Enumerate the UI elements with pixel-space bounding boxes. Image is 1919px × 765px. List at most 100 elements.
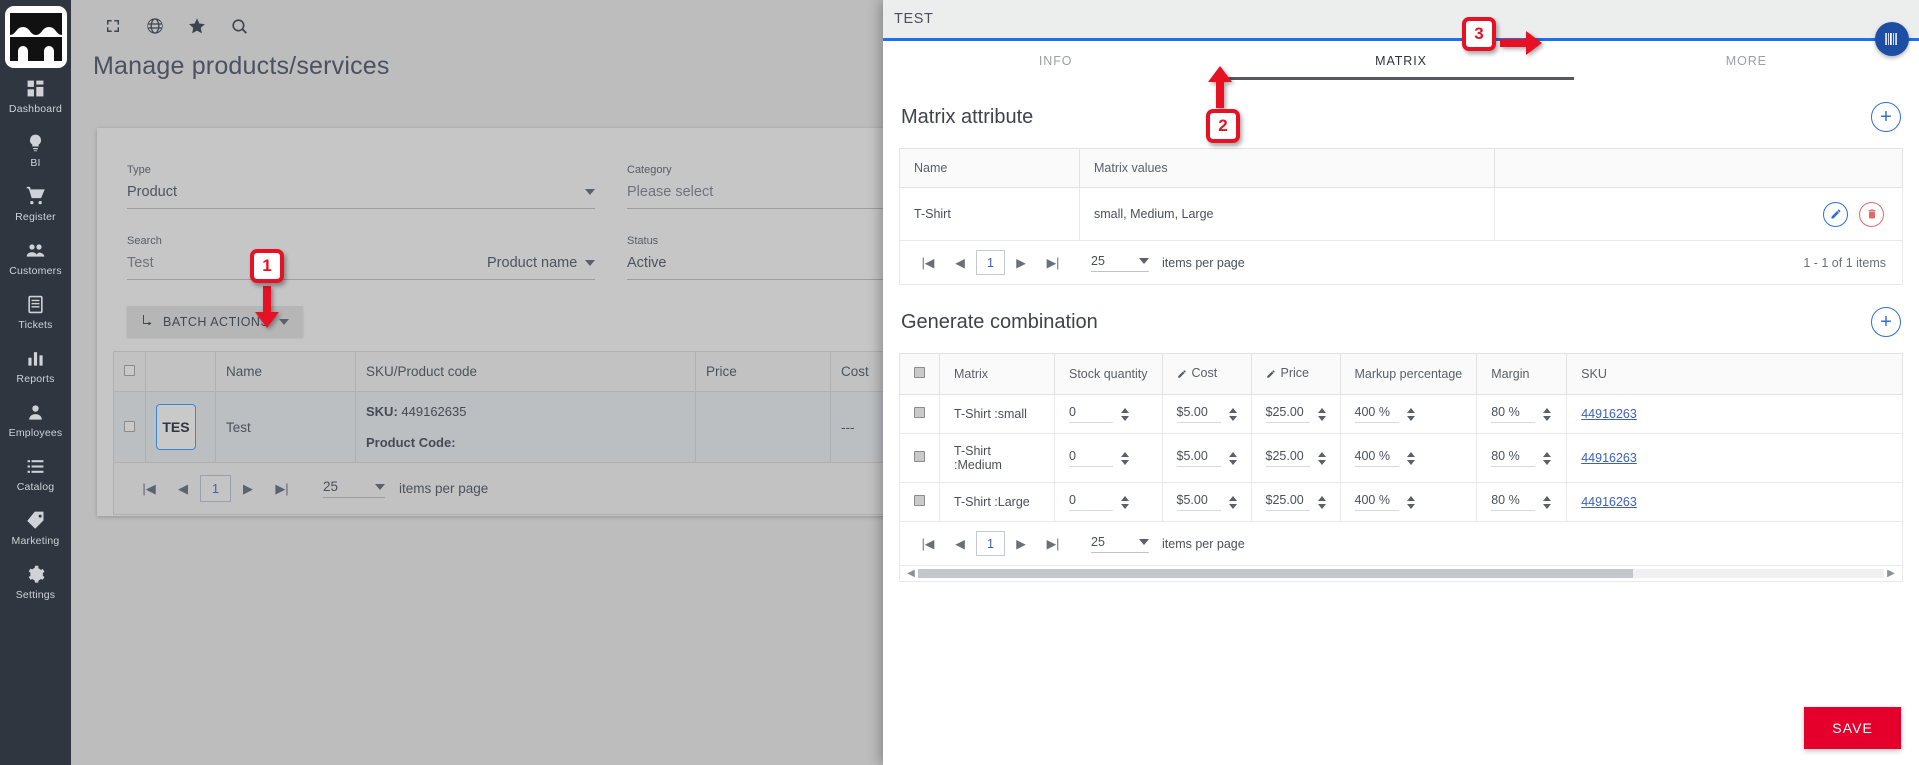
- scroll-left-icon[interactable]: ◀: [904, 568, 918, 579]
- table-row[interactable]: T-Shirt :small 0 $5.00 $25.00 400 % 80 %…: [899, 394, 1903, 434]
- sku-value[interactable]: 44916263: [1581, 407, 1637, 421]
- sidebar-item-dashboard[interactable]: Dashboard: [0, 68, 71, 122]
- price-stepper[interactable]: $25.00: [1265, 449, 1326, 467]
- search-input[interactable]: Test: [127, 255, 487, 280]
- row-cost-cell[interactable]: $5.00: [1161, 394, 1252, 434]
- current-page[interactable]: 1: [976, 531, 1005, 556]
- row-cost-cell[interactable]: $5.00: [1161, 433, 1252, 483]
- stepper-arrows-icon[interactable]: [1317, 451, 1326, 465]
- stepper-arrows-icon[interactable]: [1317, 495, 1326, 509]
- table-row[interactable]: T-Shirt :Medium 0 $5.00 $25.00 400 % 80 …: [899, 433, 1903, 483]
- row-price-cell[interactable]: $25.00: [1250, 394, 1341, 434]
- last-page-icon[interactable]: ▶|: [1037, 536, 1069, 551]
- add-matrix-attribute-button[interactable]: +: [1871, 102, 1901, 132]
- horizontal-scrollbar[interactable]: ◀ ▶: [899, 566, 1903, 582]
- row-checkbox-cell[interactable]: [899, 482, 940, 522]
- stepper-arrows-icon[interactable]: [1228, 495, 1237, 509]
- add-combination-button[interactable]: +: [1871, 307, 1901, 337]
- row-markup-cell[interactable]: 400 %: [1339, 433, 1478, 483]
- row-markup-cell[interactable]: 400 %: [1339, 482, 1478, 522]
- stepper-arrows-icon[interactable]: [1317, 407, 1326, 421]
- row-margin-cell[interactable]: 80 %: [1476, 433, 1568, 483]
- page-size-select[interactable]: 25: [1091, 254, 1149, 272]
- sku-value[interactable]: 44916263: [1581, 495, 1637, 509]
- stepper-arrows-icon[interactable]: [1228, 407, 1237, 421]
- first-page-icon[interactable]: |◀: [912, 255, 944, 270]
- prev-page-icon[interactable]: ◀: [944, 255, 976, 270]
- select-all-checkbox[interactable]: [914, 367, 925, 378]
- stepper-arrows-icon[interactable]: [1121, 451, 1129, 465]
- cost-stepper[interactable]: $5.00: [1176, 449, 1237, 467]
- row-checkbox-cell[interactable]: [113, 391, 146, 463]
- next-page-icon[interactable]: ▶: [1005, 255, 1037, 270]
- margin-stepper[interactable]: 80 %: [1491, 449, 1552, 467]
- scrollbar-track[interactable]: [918, 569, 1884, 578]
- store-logo[interactable]: [4, 6, 67, 68]
- page-size-select[interactable]: 25: [323, 479, 385, 498]
- row-checkbox[interactable]: [914, 407, 925, 418]
- type-filter[interactable]: Type Product: [127, 164, 595, 209]
- row-price-cell[interactable]: $25.00: [1250, 482, 1341, 522]
- price-stepper[interactable]: $25.00: [1265, 405, 1326, 423]
- table-row[interactable]: T-Shirt small, Medium, Large: [899, 187, 1903, 241]
- stepper-arrows-icon[interactable]: [1406, 495, 1415, 509]
- last-page-icon[interactable]: ▶|: [1037, 255, 1069, 270]
- cost-stepper[interactable]: $5.00: [1176, 405, 1237, 423]
- next-page-icon[interactable]: ▶: [231, 481, 265, 497]
- row-checkbox-cell[interactable]: [899, 394, 940, 434]
- stepper-arrows-icon[interactable]: [1121, 495, 1129, 509]
- row-stock-cell[interactable]: 0: [1054, 433, 1163, 483]
- star-icon[interactable]: [187, 16, 207, 36]
- stepper-arrows-icon[interactable]: [1406, 407, 1415, 421]
- current-page[interactable]: 1: [200, 475, 231, 502]
- stock-stepper[interactable]: 0: [1069, 405, 1148, 423]
- stepper-arrows-icon[interactable]: [1543, 495, 1552, 509]
- row-checkbox[interactable]: [124, 420, 135, 432]
- fullscreen-icon[interactable]: [103, 16, 123, 36]
- sku-value[interactable]: 44916263: [1581, 451, 1637, 465]
- row-checkbox-cell[interactable]: [899, 433, 940, 483]
- scroll-right-icon[interactable]: ▶: [1884, 568, 1898, 579]
- edit-icon[interactable]: [1823, 201, 1848, 227]
- cost-stepper[interactable]: $5.00: [1176, 493, 1237, 511]
- stepper-arrows-icon[interactable]: [1228, 451, 1237, 465]
- globe-icon[interactable]: [145, 16, 165, 36]
- page-size-select[interactable]: 25: [1091, 535, 1149, 553]
- stock-stepper[interactable]: 0: [1069, 493, 1148, 511]
- stepper-arrows-icon[interactable]: [1543, 451, 1552, 465]
- row-price-cell[interactable]: $25.00: [1250, 433, 1341, 483]
- first-page-icon[interactable]: |◀: [912, 536, 944, 551]
- search-icon[interactable]: [229, 16, 249, 36]
- row-sku-cell[interactable]: 44916263: [1566, 482, 1903, 522]
- price-stepper[interactable]: $25.00: [1265, 493, 1326, 511]
- row-markup-cell[interactable]: 400 %: [1339, 394, 1478, 434]
- row-sku-cell[interactable]: 44916263: [1566, 394, 1903, 434]
- prev-page-icon[interactable]: ◀: [166, 481, 200, 497]
- prev-page-icon[interactable]: ◀: [944, 536, 976, 551]
- row-stock-cell[interactable]: 0: [1054, 394, 1163, 434]
- sidebar-item-marketing[interactable]: Marketing: [0, 500, 71, 554]
- row-margin-cell[interactable]: 80 %: [1476, 482, 1568, 522]
- row-margin-cell[interactable]: 80 %: [1476, 394, 1568, 434]
- barcode-button[interactable]: [1875, 22, 1909, 56]
- markup-stepper[interactable]: 400 %: [1354, 493, 1463, 511]
- first-page-icon[interactable]: |◀: [132, 481, 166, 497]
- search-filter[interactable]: Search Test: [127, 235, 487, 280]
- sidebar-item-catalog[interactable]: Catalog: [0, 446, 71, 500]
- markup-stepper[interactable]: 400 %: [1354, 405, 1463, 423]
- stepper-arrows-icon[interactable]: [1406, 451, 1415, 465]
- row-stock-cell[interactable]: 0: [1054, 482, 1163, 522]
- type-select[interactable]: Product: [127, 184, 595, 209]
- delete-icon[interactable]: [1859, 201, 1884, 227]
- current-page[interactable]: 1: [976, 250, 1005, 275]
- stepper-arrows-icon[interactable]: [1121, 407, 1129, 421]
- tab-more[interactable]: MORE: [1574, 41, 1919, 80]
- sidebar-item-tickets[interactable]: Tickets: [0, 284, 71, 338]
- stock-stepper[interactable]: 0: [1069, 449, 1148, 467]
- row-checkbox[interactable]: [914, 451, 925, 462]
- sidebar-item-bi[interactable]: BI: [0, 122, 71, 176]
- last-page-icon[interactable]: ▶|: [265, 481, 299, 497]
- row-cost-cell[interactable]: $5.00: [1161, 482, 1252, 522]
- next-page-icon[interactable]: ▶: [1005, 536, 1037, 551]
- sidebar-item-register[interactable]: Register: [0, 176, 71, 230]
